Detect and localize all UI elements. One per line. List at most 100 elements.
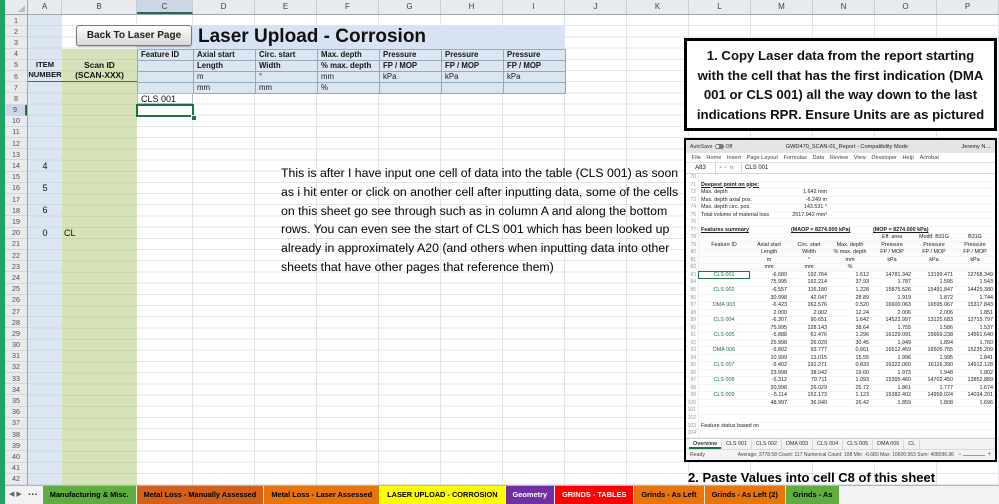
- header-cell[interactable]: kPa: [504, 71, 566, 84]
- select-all-corner[interactable]: [5, 0, 28, 15]
- row-header-17[interactable]: 17: [5, 194, 27, 206]
- back-to-laser-page-button[interactable]: Back To Laser Page: [76, 25, 192, 46]
- row-header-25[interactable]: 25: [5, 284, 27, 295]
- cell-a14[interactable]: 4: [28, 161, 62, 172]
- row-header-28[interactable]: 28: [5, 317, 27, 329]
- row-header-32[interactable]: 32: [5, 362, 27, 374]
- row-header-3[interactable]: 3: [5, 37, 27, 49]
- row-header-7[interactable]: 7: [5, 82, 27, 94]
- column-header-p[interactable]: P: [937, 0, 999, 14]
- row-header-4[interactable]: 4: [5, 49, 27, 60]
- row-header-18[interactable]: 18: [5, 205, 27, 217]
- header-cell[interactable]: °: [256, 71, 318, 84]
- row-header-2[interactable]: 2: [5, 26, 27, 38]
- row-header-5[interactable]: 5: [5, 60, 27, 71]
- header-cell[interactable]: FP / MOP: [380, 60, 442, 72]
- header-cell[interactable]: Width: [256, 60, 318, 72]
- header-cell[interactable]: [504, 83, 566, 95]
- selected-cell-c9[interactable]: [136, 103, 194, 117]
- header-cell[interactable]: Pressure: [504, 49, 566, 61]
- cell-b20[interactable]: CL: [62, 228, 137, 239]
- row-header-11[interactable]: 11: [5, 127, 27, 139]
- row-header-1[interactable]: 1: [5, 15, 27, 27]
- column-header-h[interactable]: H: [441, 0, 503, 14]
- column-header-g[interactable]: G: [379, 0, 441, 14]
- tab-nav-arrows[interactable]: ◀▶: [5, 486, 27, 498]
- column-header-k[interactable]: K: [627, 0, 689, 14]
- embedded-report-screenshot[interactable]: AutoSave Off GWD470_SCAN-01_Report - Com…: [684, 138, 997, 462]
- sheet-grid[interactable]: Back To Laser Page Laser Upload - Corros…: [28, 15, 999, 485]
- row-header-9[interactable]: 9: [5, 104, 27, 116]
- row-header-8[interactable]: 8: [5, 93, 27, 105]
- row-header-38[interactable]: 38: [5, 429, 27, 441]
- row-header-34[interactable]: 34: [5, 384, 27, 396]
- row-header-27[interactable]: 27: [5, 306, 27, 318]
- item-number-header[interactable]: ITEM NUMBER: [28, 60, 62, 83]
- header-cell[interactable]: [138, 71, 194, 84]
- row-header-36[interactable]: 36: [5, 407, 27, 418]
- row-header-13[interactable]: 13: [5, 149, 27, 161]
- header-cell[interactable]: Feature ID: [138, 49, 194, 61]
- row-header-14[interactable]: 14: [5, 160, 27, 172]
- header-cell[interactable]: % max. depth: [318, 60, 380, 72]
- row-header-20[interactable]: 20: [5, 228, 27, 239]
- column-header-f[interactable]: F: [317, 0, 379, 14]
- sheet-tab-grinds-as[interactable]: Grinds - As: [785, 486, 841, 504]
- fill-handle[interactable]: [191, 114, 197, 121]
- sheet-tab-laser-upload-corrosion[interactable]: LASER UPLOAD - CORROSION: [380, 486, 506, 504]
- header-cell[interactable]: mm: [318, 71, 380, 84]
- cell-a18[interactable]: 6: [28, 205, 62, 216]
- column-header-l[interactable]: L: [689, 0, 751, 14]
- row-header-6[interactable]: 6: [5, 71, 27, 83]
- row-header-29[interactable]: 29: [5, 328, 27, 340]
- row-header-30[interactable]: 30: [5, 340, 27, 351]
- header-cell[interactable]: Axial start: [194, 49, 256, 61]
- column-header-e[interactable]: E: [255, 0, 317, 14]
- header-cell[interactable]: kPa: [442, 71, 504, 84]
- column-header-a[interactable]: A: [28, 0, 62, 14]
- row-header-19[interactable]: 19: [5, 216, 27, 228]
- header-cell[interactable]: Pressure: [442, 49, 504, 61]
- header-cell[interactable]: Max. depth: [318, 49, 380, 61]
- header-cell[interactable]: mm: [256, 83, 318, 95]
- header-cell[interactable]: Length: [194, 60, 256, 72]
- header-cell[interactable]: [380, 83, 442, 95]
- header-cell[interactable]: [138, 60, 194, 72]
- row-header-16[interactable]: 16: [5, 183, 27, 195]
- cell-a16[interactable]: 5: [28, 183, 62, 194]
- cell-a20[interactable]: 0: [28, 228, 62, 239]
- tab-overflow-dots[interactable]: …: [27, 486, 43, 498]
- row-header-24[interactable]: 24: [5, 272, 27, 284]
- header-cell[interactable]: FP / MOP: [442, 60, 504, 72]
- column-header-b[interactable]: B: [62, 0, 137, 14]
- row-header-41[interactable]: 41: [5, 463, 27, 474]
- column-header-c[interactable]: C: [137, 0, 193, 14]
- row-header-22[interactable]: 22: [5, 250, 27, 262]
- scan-id-header[interactable]: Scan ID (SCAN-XXX): [62, 60, 137, 83]
- column-header-d[interactable]: D: [193, 0, 255, 14]
- sheet-tab-metal-loss-laser-assessed[interactable]: Metal Loss - Laser Assessed: [264, 486, 381, 504]
- row-header-39[interactable]: 39: [5, 440, 27, 452]
- sheet-tab-manufacturing-misc-[interactable]: Manufacturing & Misc.: [42, 486, 137, 504]
- sheet-tab-geometry[interactable]: Geometry: [505, 486, 556, 504]
- column-header-n[interactable]: N: [813, 0, 875, 14]
- row-header-12[interactable]: 12: [5, 138, 27, 150]
- sheet-tab-grinds-as-left[interactable]: Grinds - As Left: [634, 486, 705, 504]
- column-header-j[interactable]: J: [565, 0, 627, 14]
- column-header-i[interactable]: I: [503, 0, 565, 14]
- header-cell[interactable]: mm: [194, 83, 256, 95]
- row-header-10[interactable]: 10: [5, 116, 27, 127]
- row-header-26[interactable]: 26: [5, 295, 27, 306]
- row-header-23[interactable]: 23: [5, 261, 27, 273]
- row-header-37[interactable]: 37: [5, 418, 27, 430]
- row-header-31[interactable]: 31: [5, 351, 27, 362]
- header-cell[interactable]: m: [194, 71, 256, 84]
- column-header-o[interactable]: O: [875, 0, 937, 14]
- row-header-15[interactable]: 15: [5, 172, 27, 183]
- row-header-40[interactable]: 40: [5, 451, 27, 463]
- header-cell[interactable]: %: [318, 83, 380, 95]
- sheet-tab-metal-loss-manually-assessed[interactable]: Metal Loss - Manually Assessed: [136, 486, 265, 504]
- row-header-21[interactable]: 21: [5, 239, 27, 250]
- header-cell[interactable]: FP / MOP: [504, 60, 566, 72]
- sheet-tab-grinds-tables[interactable]: GRINDS - TABLES: [555, 486, 635, 504]
